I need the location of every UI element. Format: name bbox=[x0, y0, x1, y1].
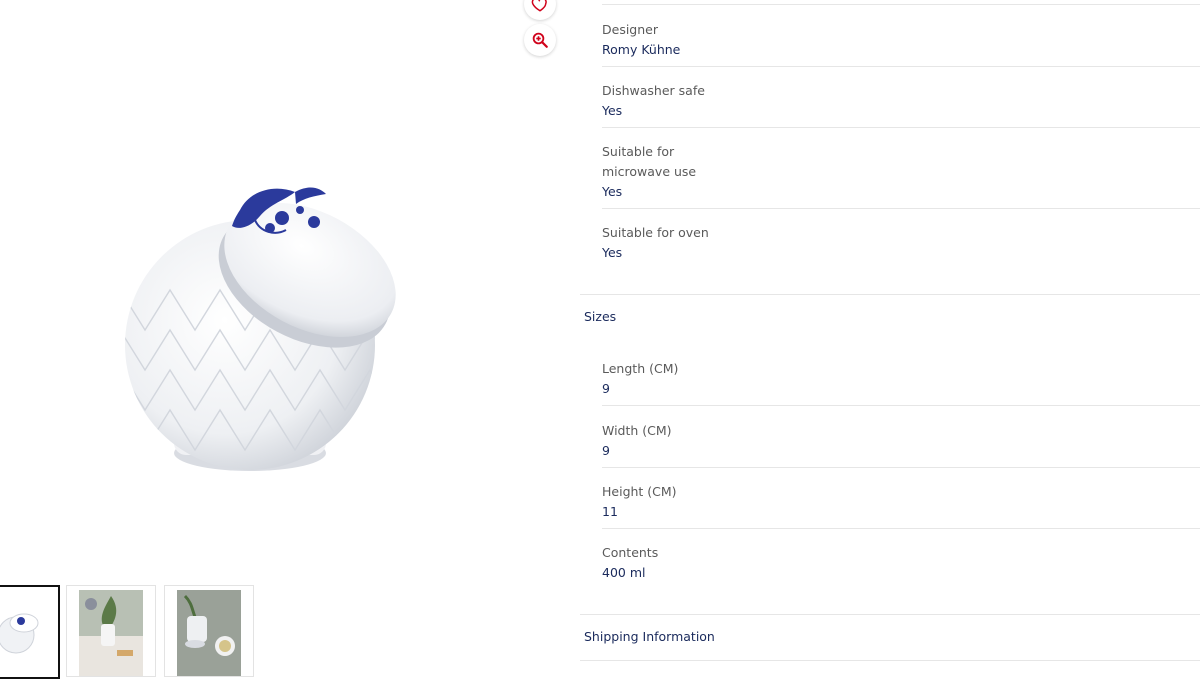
attribute-designer: Designer Romy Kühne bbox=[602, 20, 1200, 67]
product-details: Designer Romy Kühne Dishwasher safe Yes … bbox=[580, 0, 1200, 664]
section-divider bbox=[580, 614, 1200, 615]
attribute-microwave: Suitable for microwave use Yes bbox=[602, 142, 1200, 209]
attribute-value: 9 bbox=[602, 443, 610, 458]
attribute-label: Designer bbox=[602, 22, 658, 37]
attribute-width: Width (CM) 9 bbox=[602, 421, 1200, 468]
thumbnail-tea-setting[interactable] bbox=[164, 585, 254, 677]
product-image[interactable] bbox=[100, 170, 420, 490]
attribute-label: Contents bbox=[602, 545, 659, 560]
attribute-label: Suitable for oven bbox=[602, 225, 709, 240]
attribute-value: Yes bbox=[602, 103, 623, 118]
attribute-label: Dishwasher safe bbox=[602, 83, 705, 98]
section-divider bbox=[580, 660, 1200, 661]
attribute-oven: Suitable for oven Yes bbox=[602, 223, 1200, 269]
attribute-value: 400 ml bbox=[602, 565, 646, 580]
attribute-value: 11 bbox=[602, 504, 618, 519]
zoom-button[interactable] bbox=[524, 24, 556, 56]
attribute-value: Yes bbox=[602, 245, 623, 260]
thumbnail-table-scene[interactable] bbox=[66, 585, 156, 677]
product-gallery bbox=[0, 0, 580, 679]
attribute-label: Width (CM) bbox=[602, 423, 672, 438]
attribute-value: Romy Kühne bbox=[602, 42, 681, 57]
attribute-height: Height (CM) 11 bbox=[602, 482, 1200, 529]
attribute-value: 9 bbox=[602, 381, 610, 396]
attribute-label: Suitable for microwave use bbox=[602, 144, 697, 179]
attribute-dishwasher-safe: Dishwasher safe Yes bbox=[602, 81, 1200, 128]
attribute-length: Length (CM) 9 bbox=[602, 359, 1200, 406]
thumbnail-sugar-bowl[interactable] bbox=[0, 585, 60, 679]
sizes-heading[interactable]: Sizes bbox=[584, 309, 616, 324]
attribute-contents: Contents 400 ml bbox=[602, 543, 1200, 589]
heart-icon bbox=[531, 0, 547, 12]
attribute-label: Length (CM) bbox=[602, 361, 679, 376]
favorite-button[interactable] bbox=[524, 0, 556, 20]
attribute-value: Yes bbox=[602, 184, 623, 199]
shipping-information-heading[interactable]: Shipping Information bbox=[584, 629, 715, 644]
zoom-in-icon bbox=[532, 32, 548, 48]
section-divider bbox=[580, 294, 1200, 295]
attribute-label: Height (CM) bbox=[602, 484, 677, 499]
divider bbox=[602, 4, 1200, 5]
